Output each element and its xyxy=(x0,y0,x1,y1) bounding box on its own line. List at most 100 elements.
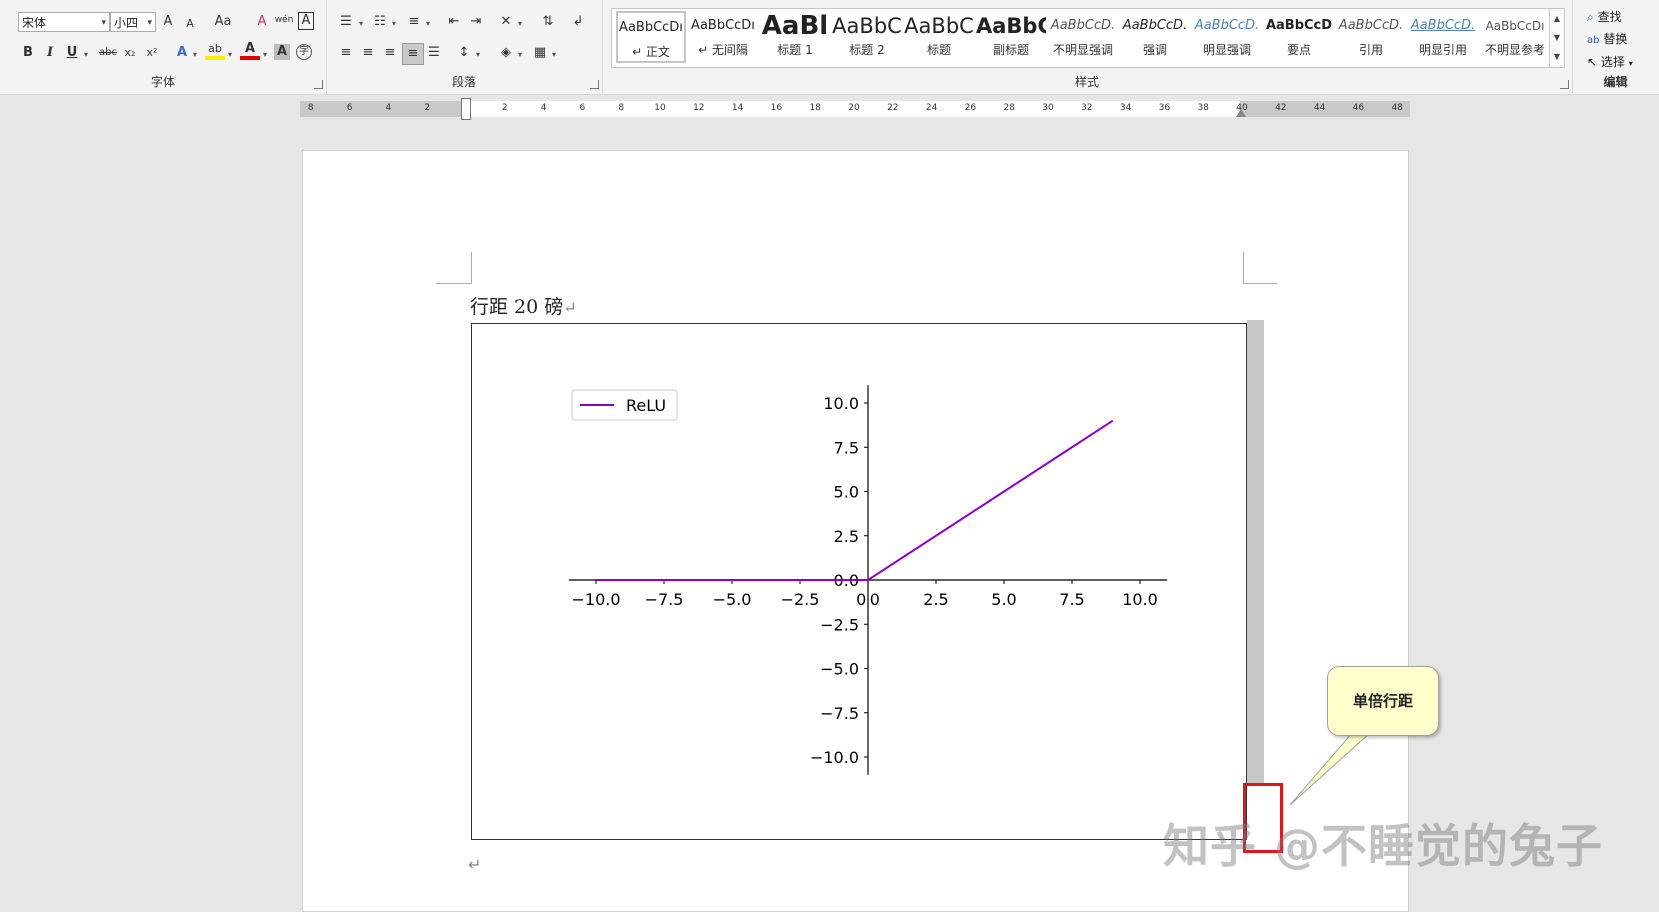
distributed-icon[interactable]: ☰ xyxy=(424,43,444,63)
font-size-combo[interactable]: 小四 ▾ xyxy=(110,12,156,32)
chevron-down-icon[interactable]: ▾ xyxy=(263,50,267,59)
style-item[interactable]: AaBbCcD. 引用 xyxy=(1336,11,1406,63)
style-label: 强调 xyxy=(1142,43,1167,57)
multilevel-list-icon[interactable]: ≡ xyxy=(404,12,424,32)
styles-gallery: AaBbCcDı ↵ 正文 AaBbCcDı ↵ 无间隔 AaBl 标题 1 AaBbC 标题… xyxy=(611,8,1551,68)
borders-icon[interactable]: ▦ xyxy=(530,43,550,63)
ruler-number: 12 xyxy=(693,103,705,113)
style-preview: AaBbCcD. xyxy=(1338,18,1404,33)
chevron-down-icon[interactable]: ▾ xyxy=(359,19,363,28)
style-item[interactable]: AaBbCcDı ↵ 正文 xyxy=(616,11,686,63)
ruler-number: 42 xyxy=(1275,103,1287,113)
enclose-char-button[interactable]: 字 xyxy=(296,44,312,60)
ruler-number: 32 xyxy=(1081,103,1093,113)
chevron-down-icon[interactable]: ▾ xyxy=(518,50,522,59)
ruler-number: 8 xyxy=(618,103,625,113)
style-item[interactable]: AaBbC 副标题 xyxy=(976,11,1046,63)
ruler-number: 18 xyxy=(809,103,821,113)
chinese-layout-icon[interactable]: ✕ xyxy=(496,12,516,32)
bullets-icon[interactable]: ☰ xyxy=(336,12,356,32)
style-item[interactable]: AaBl 标题 1 xyxy=(760,11,830,63)
phonetic-guide-button[interactable]: wén xyxy=(274,10,294,30)
find-button[interactable]: ⌕ 查找 xyxy=(1587,8,1622,25)
ruler-number: 20 xyxy=(848,103,860,113)
shading-icon[interactable]: ◈ xyxy=(496,43,516,63)
style-item[interactable]: AaBbCcD. 明显引用 xyxy=(1408,11,1478,63)
more-styles-icon[interactable]: ▼ xyxy=(1550,47,1564,66)
chevron-down-icon[interactable]: ▾ xyxy=(518,19,522,28)
y-tick-label: −7.5 xyxy=(820,704,859,723)
paragraph-line-spacing[interactable]: 行距 20 磅↵ xyxy=(470,292,577,319)
text-effect-button[interactable]: A xyxy=(172,43,192,63)
justify-icon[interactable]: ≡ xyxy=(402,43,424,65)
style-item[interactable]: AaBbCcD. 强调 xyxy=(1120,11,1190,63)
increase-indent-icon[interactable]: ⇥ xyxy=(466,12,486,32)
ruler-number: 4 xyxy=(540,103,547,113)
select-button[interactable]: ↖ 选择 ▾ xyxy=(1587,53,1633,70)
subscript-button[interactable]: x₂ xyxy=(120,43,140,63)
italic-button[interactable]: I xyxy=(40,43,60,63)
superscript-button[interactable]: x² xyxy=(142,43,162,63)
frame-shadow xyxy=(1247,320,1264,783)
bold-button[interactable]: B xyxy=(18,43,38,63)
watermark: 知乎 @不睡觉的兔子 xyxy=(1163,819,1604,873)
chevron-down-icon[interactable]: ▾ xyxy=(552,50,556,59)
right-indent-marker-icon[interactable] xyxy=(1236,109,1246,117)
horizontal-ruler[interactable]: 8 6 4 2 2 4 6 8 10 12 14 16 18 20 22 24 26 28 30 32 34 36 38 40… xyxy=(300,98,1410,120)
style-item[interactable]: AaBbCcDı ↵ 无间隔 xyxy=(688,11,758,63)
scroll-up-icon[interactable]: ▲ xyxy=(1550,9,1564,28)
chevron-down-icon[interactable]: ▾ xyxy=(426,19,430,28)
style-item[interactable]: AaBbCcD. 不明显强调 xyxy=(1048,11,1118,63)
align-center-icon[interactable]: ≡ xyxy=(358,43,378,63)
style-label: 明显强调 xyxy=(1202,43,1251,57)
chevron-down-icon[interactable]: ▾ xyxy=(392,19,396,28)
align-right-icon[interactable]: ≡ xyxy=(380,43,400,63)
replace-button[interactable]: ab 替换 xyxy=(1587,30,1627,47)
chart-image-frame[interactable]: −10.0 −7.5 −5.0 −2.5 0 0 2.5 5.0 7.5 10.0 −10.0 −7.… xyxy=(471,323,1247,840)
x-tick-label: 0 xyxy=(856,590,866,609)
dialog-launcher-icon[interactable] xyxy=(1560,80,1569,89)
sort-icon[interactable]: ⇅ xyxy=(538,12,558,32)
chevron-down-icon[interactable]: ▾ xyxy=(193,50,197,59)
style-item[interactable]: AaBbCcDı 不明显参考 xyxy=(1480,11,1550,63)
highlight-button[interactable]: ab xyxy=(205,42,225,60)
style-item[interactable]: AaBbC 标题 xyxy=(904,11,974,63)
change-case-button[interactable]: Aa xyxy=(210,12,236,32)
ruler-number: 46 xyxy=(1352,103,1365,113)
underline-button[interactable]: U xyxy=(62,43,82,63)
font-color-button[interactable]: A xyxy=(240,42,260,60)
align-left-icon[interactable]: ≡ xyxy=(336,43,356,63)
ruler-number: 24 xyxy=(925,103,938,113)
replace-label: 替换 xyxy=(1603,32,1628,46)
paragraph-mark: ↵ xyxy=(563,298,577,317)
font-name-combo[interactable]: 宋体 ▾ xyxy=(18,12,110,32)
dialog-launcher-icon[interactable] xyxy=(590,80,599,89)
style-item[interactable]: AaBbCcD. 明显强调 xyxy=(1192,11,1262,63)
show-marks-icon[interactable]: ↲ xyxy=(568,12,588,32)
chevron-down-icon[interactable]: ▾ xyxy=(476,50,480,59)
decrease-indent-icon[interactable]: ⇤ xyxy=(444,12,464,32)
scroll-down-icon[interactable]: ▼ xyxy=(1550,28,1564,47)
char-border-button[interactable]: A xyxy=(298,12,314,30)
empty-paragraph[interactable]: ↵ xyxy=(468,855,481,874)
chevron-down-icon[interactable]: ▾ xyxy=(84,50,88,59)
style-item[interactable]: AaBbC 标题 2 xyxy=(832,11,902,63)
grow-font-button[interactable]: A xyxy=(158,12,178,32)
line-spacing-icon[interactable]: ↕ xyxy=(454,43,474,63)
replace-icon: ab xyxy=(1587,35,1600,46)
char-shading-button[interactable]: A xyxy=(274,44,290,60)
indent-marker-icon[interactable] xyxy=(461,98,471,120)
numbering-icon[interactable]: ☷ xyxy=(370,12,390,32)
strikethrough-button[interactable]: abc xyxy=(96,43,120,63)
ruler-number: 4 xyxy=(385,103,392,113)
style-item[interactable]: AaBbCcD 要点 xyxy=(1264,11,1334,63)
shrink-font-button[interactable]: A xyxy=(180,14,200,34)
ruler-number: 16 xyxy=(770,103,783,113)
ruler-number: 22 xyxy=(887,103,899,113)
chevron-down-icon[interactable]: ▾ xyxy=(228,50,232,59)
clear-format-button[interactable]: A xyxy=(252,12,272,32)
styles-gallery-scroll[interactable]: ▲ ▼ ▼ xyxy=(1549,8,1565,68)
style-label: 标题 1 xyxy=(777,43,813,57)
dialog-launcher-icon[interactable] xyxy=(314,80,323,89)
ruler-number: 10 xyxy=(654,103,666,113)
